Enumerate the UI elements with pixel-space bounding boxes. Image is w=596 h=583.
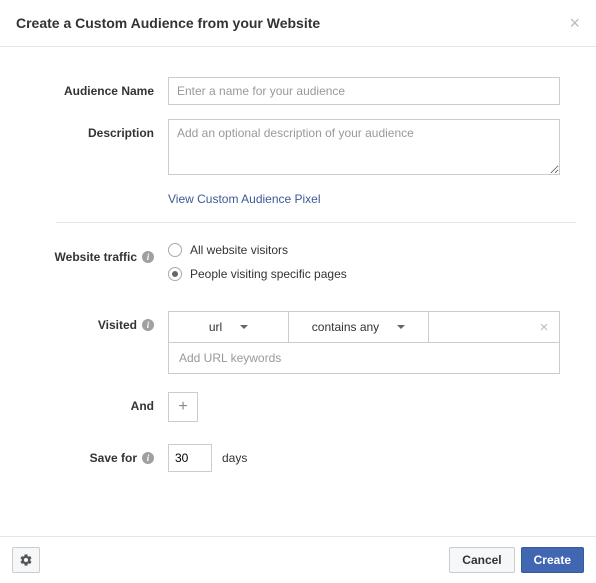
radio-icon bbox=[168, 243, 182, 257]
row-visited: Visited i url contains any × bbox=[20, 311, 576, 374]
modal-header: Create a Custom Audience from your Websi… bbox=[0, 0, 596, 47]
url-keywords-input[interactable] bbox=[168, 343, 560, 374]
audience-name-input[interactable] bbox=[168, 77, 560, 105]
label-description: Description bbox=[20, 119, 168, 140]
label-website-traffic: Website traffic i bbox=[20, 243, 168, 264]
row-website-traffic: Website traffic i All website visitors P… bbox=[20, 243, 576, 291]
row-pixel-link: View Custom Audience Pixel bbox=[20, 192, 576, 206]
visited-operator-dropdown[interactable]: contains any bbox=[289, 312, 429, 342]
modal-title: Create a Custom Audience from your Websi… bbox=[16, 15, 320, 31]
save-for-input[interactable] bbox=[168, 444, 212, 472]
gear-icon bbox=[19, 553, 33, 567]
view-pixel-link[interactable]: View Custom Audience Pixel bbox=[168, 192, 321, 206]
divider bbox=[56, 222, 576, 223]
chevron-down-icon bbox=[397, 325, 405, 329]
label-visited: Visited i bbox=[20, 311, 168, 332]
row-save-for: Save for i days bbox=[20, 444, 576, 472]
info-icon[interactable]: i bbox=[142, 319, 154, 331]
row-and: And + bbox=[20, 392, 576, 422]
add-condition-button[interactable]: + bbox=[168, 392, 198, 422]
label-and: And bbox=[20, 392, 168, 413]
radio-specific-pages[interactable]: People visiting specific pages bbox=[168, 267, 560, 281]
label-save-for: Save for i bbox=[20, 444, 168, 465]
modal-body: Audience Name Description View Custom Au… bbox=[0, 47, 596, 506]
remove-condition-icon[interactable]: × bbox=[529, 312, 559, 342]
close-icon[interactable]: × bbox=[569, 14, 580, 32]
chevron-down-icon bbox=[240, 325, 248, 329]
radio-all-visitors[interactable]: All website visitors bbox=[168, 243, 560, 257]
info-icon[interactable]: i bbox=[142, 251, 154, 263]
description-input[interactable] bbox=[168, 119, 560, 175]
row-description: Description bbox=[20, 119, 576, 178]
cancel-button[interactable]: Cancel bbox=[449, 547, 514, 573]
label-audience-name: Audience Name bbox=[20, 77, 168, 98]
visited-condition: url contains any × bbox=[168, 311, 560, 343]
create-button[interactable]: Create bbox=[521, 547, 584, 573]
modal-footer: Cancel Create bbox=[0, 536, 596, 583]
settings-button[interactable] bbox=[12, 547, 40, 573]
info-icon[interactable]: i bbox=[142, 452, 154, 464]
days-label: days bbox=[222, 451, 247, 465]
row-audience-name: Audience Name bbox=[20, 77, 576, 105]
radio-icon bbox=[168, 267, 182, 281]
visited-field-dropdown[interactable]: url bbox=[169, 312, 289, 342]
